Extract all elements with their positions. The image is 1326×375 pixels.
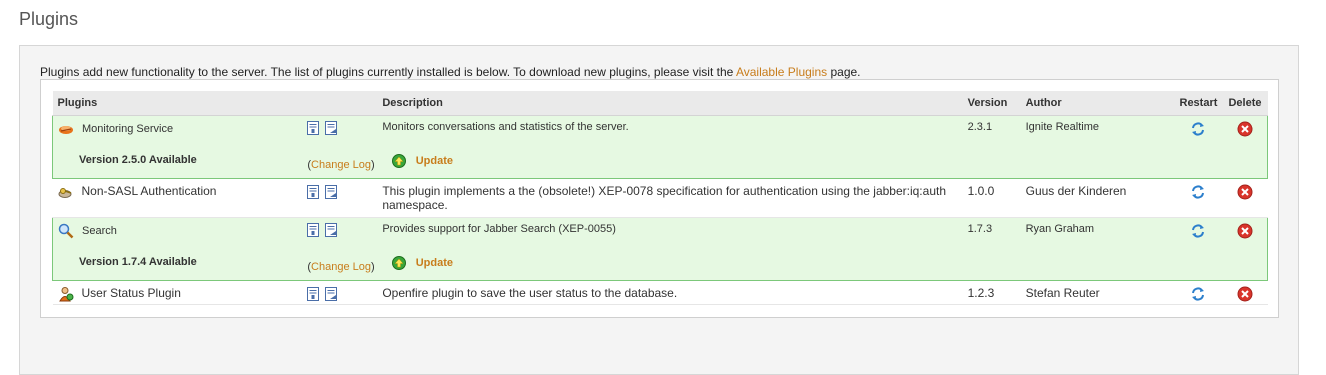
magnifier-icon (58, 223, 74, 239)
header-delete: Delete (1222, 91, 1268, 116)
restart-icon[interactable] (1190, 184, 1206, 200)
changelog-link[interactable]: Change Log (311, 261, 371, 273)
version-available: Version 2.5.0 Available (52, 151, 303, 179)
plugins-table-container: Plugins Description Version Author Resta… (40, 79, 1279, 318)
update-button[interactable]: Update (391, 256, 454, 270)
update-row: Version 1.7.4 Available (Change Log) Upd… (52, 253, 1269, 281)
restart-cell (1174, 178, 1223, 218)
delete-icon[interactable] (1237, 223, 1253, 239)
user-status-icon (58, 286, 74, 302)
header-docs (302, 91, 378, 116)
delete-cell (1222, 178, 1268, 218)
intro-suffix: page. (827, 65, 861, 79)
doc-links-cell (302, 217, 378, 253)
table-row: Non-SASL Authentication This plugin impl… (52, 178, 1268, 218)
plugin-version: 1.2.3 (962, 280, 1021, 305)
table-row: Search Provides support for Jabber Searc… (52, 217, 1269, 253)
plugin-name: Monitoring Service (82, 122, 174, 135)
available-plugins-link[interactable]: Available Plugins (736, 65, 827, 79)
plugin-author: Guus der Kinderen (1020, 178, 1175, 218)
readme-icon[interactable] (307, 286, 320, 301)
readme-icon[interactable] (307, 184, 320, 199)
plugin-name: Non-SASL Authentication (81, 184, 217, 199)
plugins-table: Plugins Description Version Author Resta… (52, 91, 1269, 305)
restart-cell (1174, 115, 1223, 151)
plugin-name: User Status Plugin (81, 286, 181, 301)
changelog-icon[interactable] (325, 184, 338, 199)
monitoring-icon (58, 121, 74, 137)
update-actions-cell: (Change Log) Update (302, 253, 963, 281)
plugin-description: Provides support for Jabber Search (XEP-… (377, 217, 963, 253)
update-label: Update (415, 257, 454, 269)
update-row: Version 2.5.0 Available (Change Log) Upd… (52, 151, 1269, 179)
plugin-name-cell: Non-SASL Authentication (52, 178, 303, 218)
plugin-description: This plugin implements a the (obsolete!)… (377, 178, 963, 218)
header-author: Author (1020, 91, 1175, 116)
readme-icon[interactable] (307, 121, 320, 135)
restart-icon[interactable] (1190, 286, 1206, 302)
key-icon (58, 184, 74, 200)
header-description: Description (377, 91, 963, 116)
plugin-version: 1.0.0 (962, 178, 1021, 218)
version-available: Version 1.7.4 Available (52, 253, 303, 281)
delete-icon[interactable] (1237, 121, 1253, 137)
changelog-link[interactable]: Change Log (311, 159, 371, 171)
plugin-version: 1.7.3 (962, 217, 1021, 253)
page-title: Plugins (19, 9, 79, 29)
doc-links-cell (302, 178, 378, 218)
plugin-name: Search (82, 224, 117, 237)
restart-cell (1174, 217, 1223, 253)
plugin-description: Openfire plugin to save the user status … (377, 280, 963, 305)
doc-links-cell (302, 115, 378, 151)
delete-icon[interactable] (1237, 286, 1253, 302)
table-row: Monitoring Service Monitors conversation… (52, 115, 1269, 151)
update-icon (391, 256, 406, 270)
plugin-author: Stefan Reuter (1020, 280, 1175, 305)
delete-icon[interactable] (1237, 184, 1253, 200)
restart-cell (1174, 280, 1223, 305)
delete-cell (1222, 217, 1269, 253)
header-version: Version (962, 91, 1021, 116)
plugin-version: 2.3.1 (962, 115, 1021, 151)
plugin-name-cell: Search (52, 217, 303, 253)
changelog-icon[interactable] (325, 121, 338, 135)
changelog-icon[interactable] (325, 286, 338, 301)
table-row: User Status Plugin Openfire plugin to sa… (52, 280, 1268, 305)
changelog-close: ) (371, 159, 375, 171)
update-icon (391, 154, 406, 168)
restart-icon[interactable] (1190, 121, 1206, 137)
header-restart: Restart (1174, 91, 1223, 116)
restart-icon[interactable] (1190, 223, 1206, 239)
intro-text: Plugins add new functionality to the ser… (40, 65, 861, 79)
update-actions-cell: (Change Log) Update (302, 151, 963, 179)
table-header-row: Plugins Description Version Author Resta… (52, 91, 1268, 116)
intro-prefix: Plugins add new functionality to the ser… (40, 65, 736, 79)
changelog-icon[interactable] (325, 223, 338, 237)
content-box: Plugins add new functionality to the ser… (19, 45, 1299, 375)
update-button[interactable]: Update (391, 154, 454, 168)
doc-links-cell (302, 280, 378, 305)
header-plugins: Plugins (52, 91, 303, 116)
plugin-author: Ryan Graham (1020, 217, 1175, 253)
update-label: Update (415, 155, 454, 167)
delete-cell (1222, 115, 1269, 151)
readme-icon[interactable] (307, 223, 320, 237)
plugin-name-cell: User Status Plugin (52, 280, 303, 305)
plugin-author: Ignite Realtime (1020, 115, 1175, 151)
changelog-close: ) (371, 261, 375, 273)
plugin-description: Monitors conversations and statistics of… (377, 115, 963, 151)
plugin-name-cell: Monitoring Service (52, 115, 303, 151)
delete-cell (1222, 280, 1268, 305)
